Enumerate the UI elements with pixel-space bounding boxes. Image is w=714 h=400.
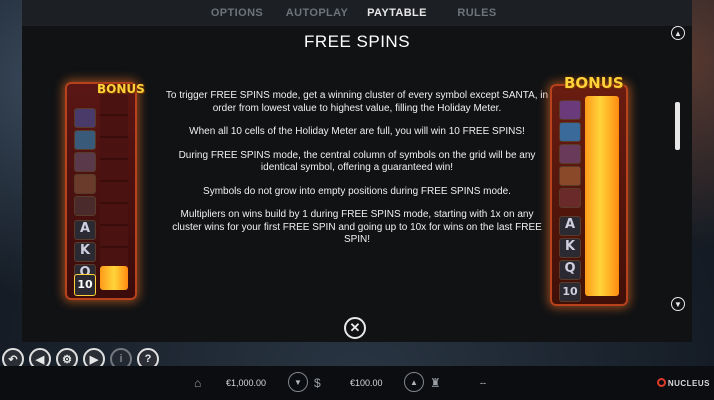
ten-slot: 10 <box>74 274 96 296</box>
tab-rules[interactable]: RULES <box>437 0 517 26</box>
paytable-panel: FREE SPINS BONUS A K Q J 10 To trigger F… <box>22 26 692 342</box>
letter-slot-k: K <box>74 242 96 262</box>
brand-name: NUCLEUS <box>667 379 710 388</box>
symbol-slot <box>74 174 96 194</box>
rules-text: To trigger FREE SPINS mode, get a winnin… <box>165 90 549 258</box>
letter-slot-k: K <box>559 238 581 258</box>
page-title: FREE SPINS <box>303 32 411 51</box>
paragraph: During FREE SPINS mode, the central colu… <box>178 149 536 174</box>
footer-bar: ⌂ €1,000.00 ▼ $ €100.00 ▲ ♜ -- NUCLEUS <box>0 366 714 400</box>
tab-paytable[interactable]: PAYTABLE <box>357 0 437 26</box>
paragraph: Symbols do not grow into empty positions… <box>203 185 511 197</box>
scrollbar-thumb[interactable] <box>675 102 680 150</box>
symbol-slot <box>74 130 96 150</box>
chevron-up-icon[interactable]: ▲ <box>671 26 685 40</box>
trophy-icon: ♜ <box>430 376 441 390</box>
paragraph: Multipliers on wins build by 1 during FR… <box>172 209 542 245</box>
balance-value: €1,000.00 <box>226 378 267 388</box>
symbol-slot <box>74 108 96 128</box>
ten-slot: 10 <box>559 282 581 302</box>
holiday-meter-empty: BONUS A K Q J 10 <box>65 82 145 300</box>
tab-options[interactable]: OPTIONS <box>197 0 277 26</box>
meter-bar <box>585 96 619 296</box>
letter-slot-a: A <box>74 220 96 240</box>
paragraph: When all 10 cells of the Holiday Meter a… <box>189 126 525 137</box>
coins-icon: $ <box>314 376 321 390</box>
letter-slot-a: A <box>559 216 581 236</box>
close-icon[interactable]: ✕ <box>344 317 366 339</box>
symbol-slot <box>74 196 96 216</box>
chevron-up-icon[interactable]: ▲ <box>404 372 424 392</box>
bet-value: €100.00 <box>350 378 383 388</box>
symbol-slot <box>559 122 581 142</box>
brand-logo-mark <box>656 378 666 387</box>
tab-autoplay[interactable]: AUTOPLAY <box>277 0 357 26</box>
letter-slot-q: Q <box>559 260 581 280</box>
brand-logo: NUCLEUS <box>656 378 710 388</box>
tab-bar: OPTIONS AUTOPLAY PAYTABLE RULES <box>22 0 692 26</box>
symbol-slot <box>559 166 581 186</box>
paragraph: To trigger FREE SPINS mode, get a winnin… <box>165 90 549 114</box>
bank-icon: ⌂ <box>194 376 202 390</box>
symbol-slot <box>559 100 581 120</box>
chevron-down-icon[interactable]: ▼ <box>288 372 308 392</box>
symbol-slot <box>74 152 96 172</box>
symbol-slot <box>559 188 581 208</box>
symbol-slot <box>559 144 581 164</box>
meter-glow <box>100 266 128 290</box>
holiday-meter-full: BONUS A K Q J 10 <box>550 74 628 306</box>
win-value: -- <box>480 378 486 388</box>
bonus-label: BONUS <box>564 74 624 92</box>
chevron-down-icon[interactable]: ▼ <box>671 297 685 311</box>
meter-bar <box>100 94 128 290</box>
